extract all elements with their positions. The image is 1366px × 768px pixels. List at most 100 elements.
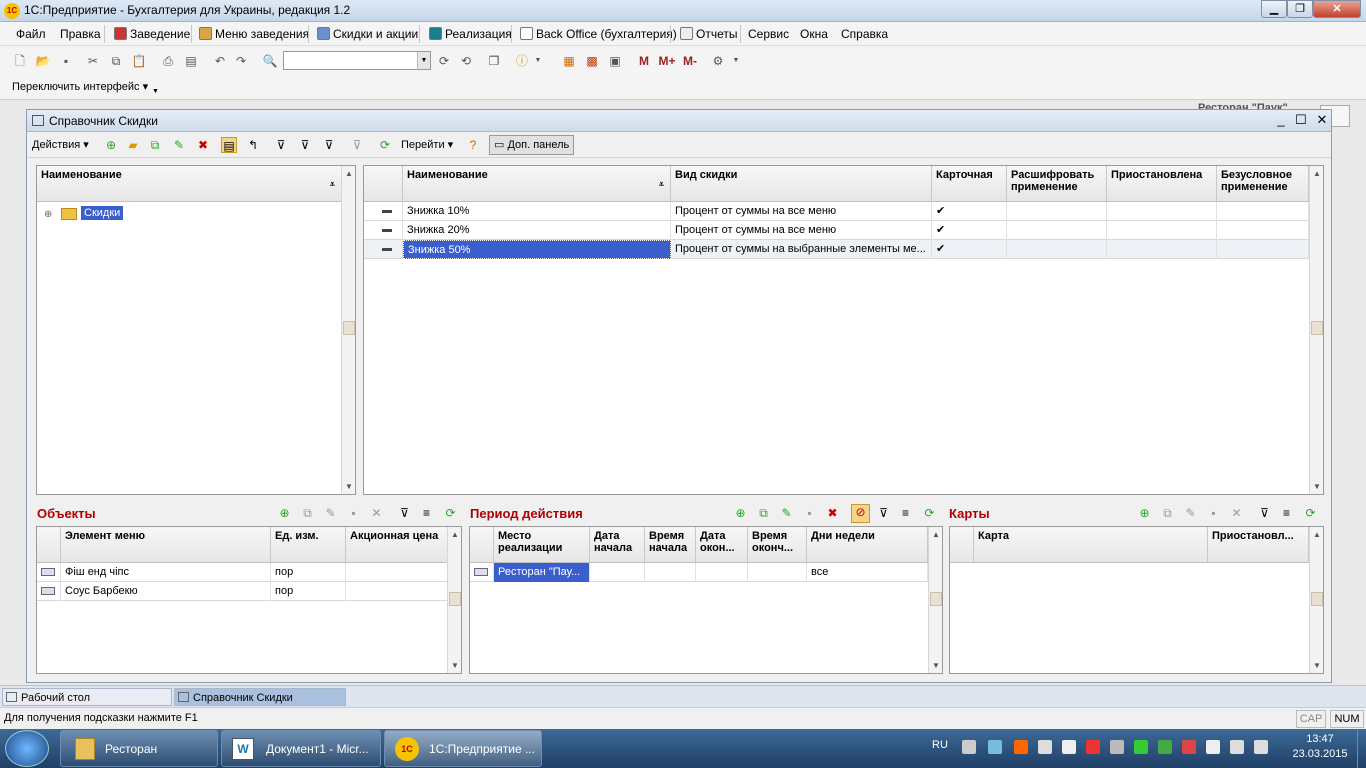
period-save-icon[interactable]: ▪ — [802, 506, 817, 521]
filter-icon[interactable]: ⊽ — [273, 137, 289, 153]
menu-reports[interactable]: Отчеты — [678, 26, 739, 43]
cards-refresh-icon[interactable]: ⟳ — [1303, 506, 1318, 521]
add-folder-icon[interactable]: ▰ — [125, 137, 141, 153]
window-close-icon[interactable]: ✕ — [1314, 112, 1330, 128]
search-input[interactable]: ▼ — [283, 51, 431, 70]
table-row-selected[interactable]: Знижка 50% Процент от суммы на выбранные… — [364, 240, 1309, 259]
col-card-suspended[interactable]: Приостановл... — [1208, 527, 1309, 563]
help-icon[interactable]: ? — [465, 137, 481, 153]
minimize-button[interactable]: ▁ — [1261, 0, 1287, 18]
goto-menu[interactable]: Перейти ▾ — [401, 137, 453, 154]
col-unconditional[interactable]: Безусловное применение — [1217, 166, 1309, 202]
col-start-date[interactable]: Дата начала — [590, 527, 645, 563]
switch-interface-button[interactable]: Переключить интерфейс ▾ — [10, 79, 150, 96]
open-folder-icon[interactable]: 📂 — [35, 53, 51, 69]
menu-establishment-menu[interactable]: Меню заведения — [197, 26, 311, 43]
cards-edit-icon[interactable]: ✎ — [1183, 506, 1198, 521]
col-weekdays[interactable]: Дни недели — [807, 527, 928, 563]
cut-icon[interactable]: ✂ — [85, 53, 101, 69]
period-edit-icon[interactable]: ✎ — [779, 506, 794, 521]
table-row[interactable]: Знижка 20% Процент от суммы на все меню … — [364, 221, 1309, 240]
objects-scrollbar[interactable]: ▲ ▼ — [447, 527, 461, 673]
menu-edit[interactable]: Правка — [58, 26, 103, 43]
info-dropdown-icon[interactable]: ▼ — [530, 53, 546, 69]
period-copy-icon[interactable]: ⧉ — [756, 506, 771, 521]
tools-dropdown-icon[interactable]: ▼ — [728, 53, 744, 69]
cards-delete-icon[interactable]: ✕ — [1229, 506, 1244, 521]
col-name[interactable]: Наименование ⩡ — [403, 166, 671, 202]
extra-panel-button[interactable]: ▭ Доп. панель — [489, 135, 575, 155]
calculator-icon[interactable]: ▦ — [561, 53, 577, 69]
table-row[interactable]: Знижка 10% Процент от суммы на все меню … — [364, 202, 1309, 221]
objects-filter-icon[interactable]: ⊽ — [397, 506, 412, 521]
find-prev-icon[interactable]: ⟲ — [458, 53, 474, 69]
tray-icon-5[interactable] — [1062, 740, 1076, 754]
menu-back-office[interactable]: Back Office (бухгалтерия) — [518, 26, 679, 43]
delete-icon[interactable]: ✖ — [195, 137, 211, 153]
menu-discounts[interactable]: Скидки и акции — [315, 26, 420, 43]
col-end-date[interactable]: Дата окон... — [696, 527, 748, 563]
tray-icon-11[interactable] — [1206, 740, 1220, 754]
expand-icon[interactable]: ⊕ — [44, 209, 52, 220]
col-card[interactable]: Карта — [974, 527, 1208, 563]
windows-icon[interactable]: ❐ — [486, 53, 502, 69]
task-word[interactable]: W Документ1 - Micr... — [221, 730, 381, 767]
find-next-icon[interactable]: ⟳ — [436, 53, 452, 69]
objects-save-icon[interactable]: ▪ — [346, 506, 361, 521]
period-add-icon[interactable]: ⊕ — [733, 506, 748, 521]
tree-item-discounts[interactable]: Скидки — [81, 206, 124, 220]
save-icon[interactable]: ▪ — [58, 53, 74, 69]
cards-copy-icon[interactable]: ⧉ — [1160, 506, 1175, 521]
info-icon[interactable]: ⓘ — [514, 53, 530, 69]
search-icon[interactable]: 🔍 — [262, 53, 278, 69]
printer-icon[interactable] — [962, 740, 976, 754]
period-delete-icon[interactable]: ✖ — [825, 506, 840, 521]
tab-desktop[interactable]: Рабочий стол — [2, 688, 172, 706]
tray-icon-6[interactable] — [1086, 740, 1100, 754]
close-button[interactable]: ✕ — [1313, 0, 1361, 18]
clock[interactable]: 13:47 23.03.2015 — [1290, 733, 1350, 760]
col-suspended[interactable]: Приостановлена — [1107, 166, 1217, 202]
task-explorer[interactable]: Ресторан — [60, 730, 218, 767]
hierarchy-toggle-icon[interactable]: ▤ — [221, 137, 237, 153]
redo-icon[interactable]: ↷ — [233, 53, 249, 69]
copy-icon[interactable]: ⧉ — [108, 53, 124, 69]
discounts-scrollbar[interactable]: ▲ ▼ — [1309, 166, 1323, 494]
objects-edit-icon[interactable]: ✎ — [323, 506, 338, 521]
cards-add-icon[interactable]: ⊕ — [1137, 506, 1152, 521]
col-kind[interactable]: Вид скидки — [671, 166, 932, 202]
refresh-icon[interactable]: ⟳ — [377, 137, 393, 153]
objects-settings-icon[interactable]: ≡ — [419, 506, 434, 521]
memory-m-button[interactable]: M — [636, 53, 652, 69]
period-no-filter-icon[interactable]: ⊘ — [851, 504, 870, 523]
copy-item-icon[interactable]: ⧉ — [147, 137, 163, 153]
switch-dropdown-icon[interactable]: ▼ — [152, 88, 159, 95]
period-scrollbar[interactable]: ▲ ▼ — [928, 527, 942, 673]
objects-add-icon[interactable]: ⊕ — [277, 506, 292, 521]
filter-value-icon[interactable]: ⊽ — [297, 137, 313, 153]
task-1c[interactable]: 1С 1С:Предприятие ... — [384, 730, 542, 767]
cards-settings-icon[interactable]: ≡ — [1279, 506, 1294, 521]
edit-icon[interactable]: ✎ — [171, 137, 187, 153]
menu-help[interactable]: Справка — [839, 26, 890, 43]
menu-establishment[interactable]: Заведение — [112, 26, 192, 43]
restore-button[interactable]: ❐ — [1287, 0, 1313, 18]
paste-icon[interactable]: 📋 — [131, 53, 147, 69]
objects-copy-icon[interactable]: ⧉ — [300, 506, 315, 521]
app-tray-icon[interactable] — [1014, 740, 1028, 754]
preview-icon[interactable]: ▤ — [183, 53, 199, 69]
clear-filter-icon[interactable]: ⊽ — [349, 137, 365, 153]
start-button[interactable] — [5, 730, 49, 767]
network-icon[interactable] — [1230, 740, 1244, 754]
add-icon[interactable]: ⊕ — [103, 137, 119, 153]
tray-icon-7[interactable] — [1110, 740, 1124, 754]
filter-list-icon[interactable]: ⊽ — [321, 137, 337, 153]
cards-save-icon[interactable]: ▪ — [1206, 506, 1221, 521]
col-menu-item[interactable]: Элемент меню — [61, 527, 271, 563]
show-desktop-button[interactable] — [1357, 729, 1366, 768]
undo-icon[interactable]: ↶ — [212, 53, 228, 69]
tray-icon-4[interactable] — [1038, 740, 1052, 754]
objects-delete-icon[interactable]: ✕ — [369, 506, 384, 521]
tray-icon-10[interactable] — [1182, 740, 1196, 754]
clipboard-icon[interactable]: ▣ — [607, 53, 623, 69]
